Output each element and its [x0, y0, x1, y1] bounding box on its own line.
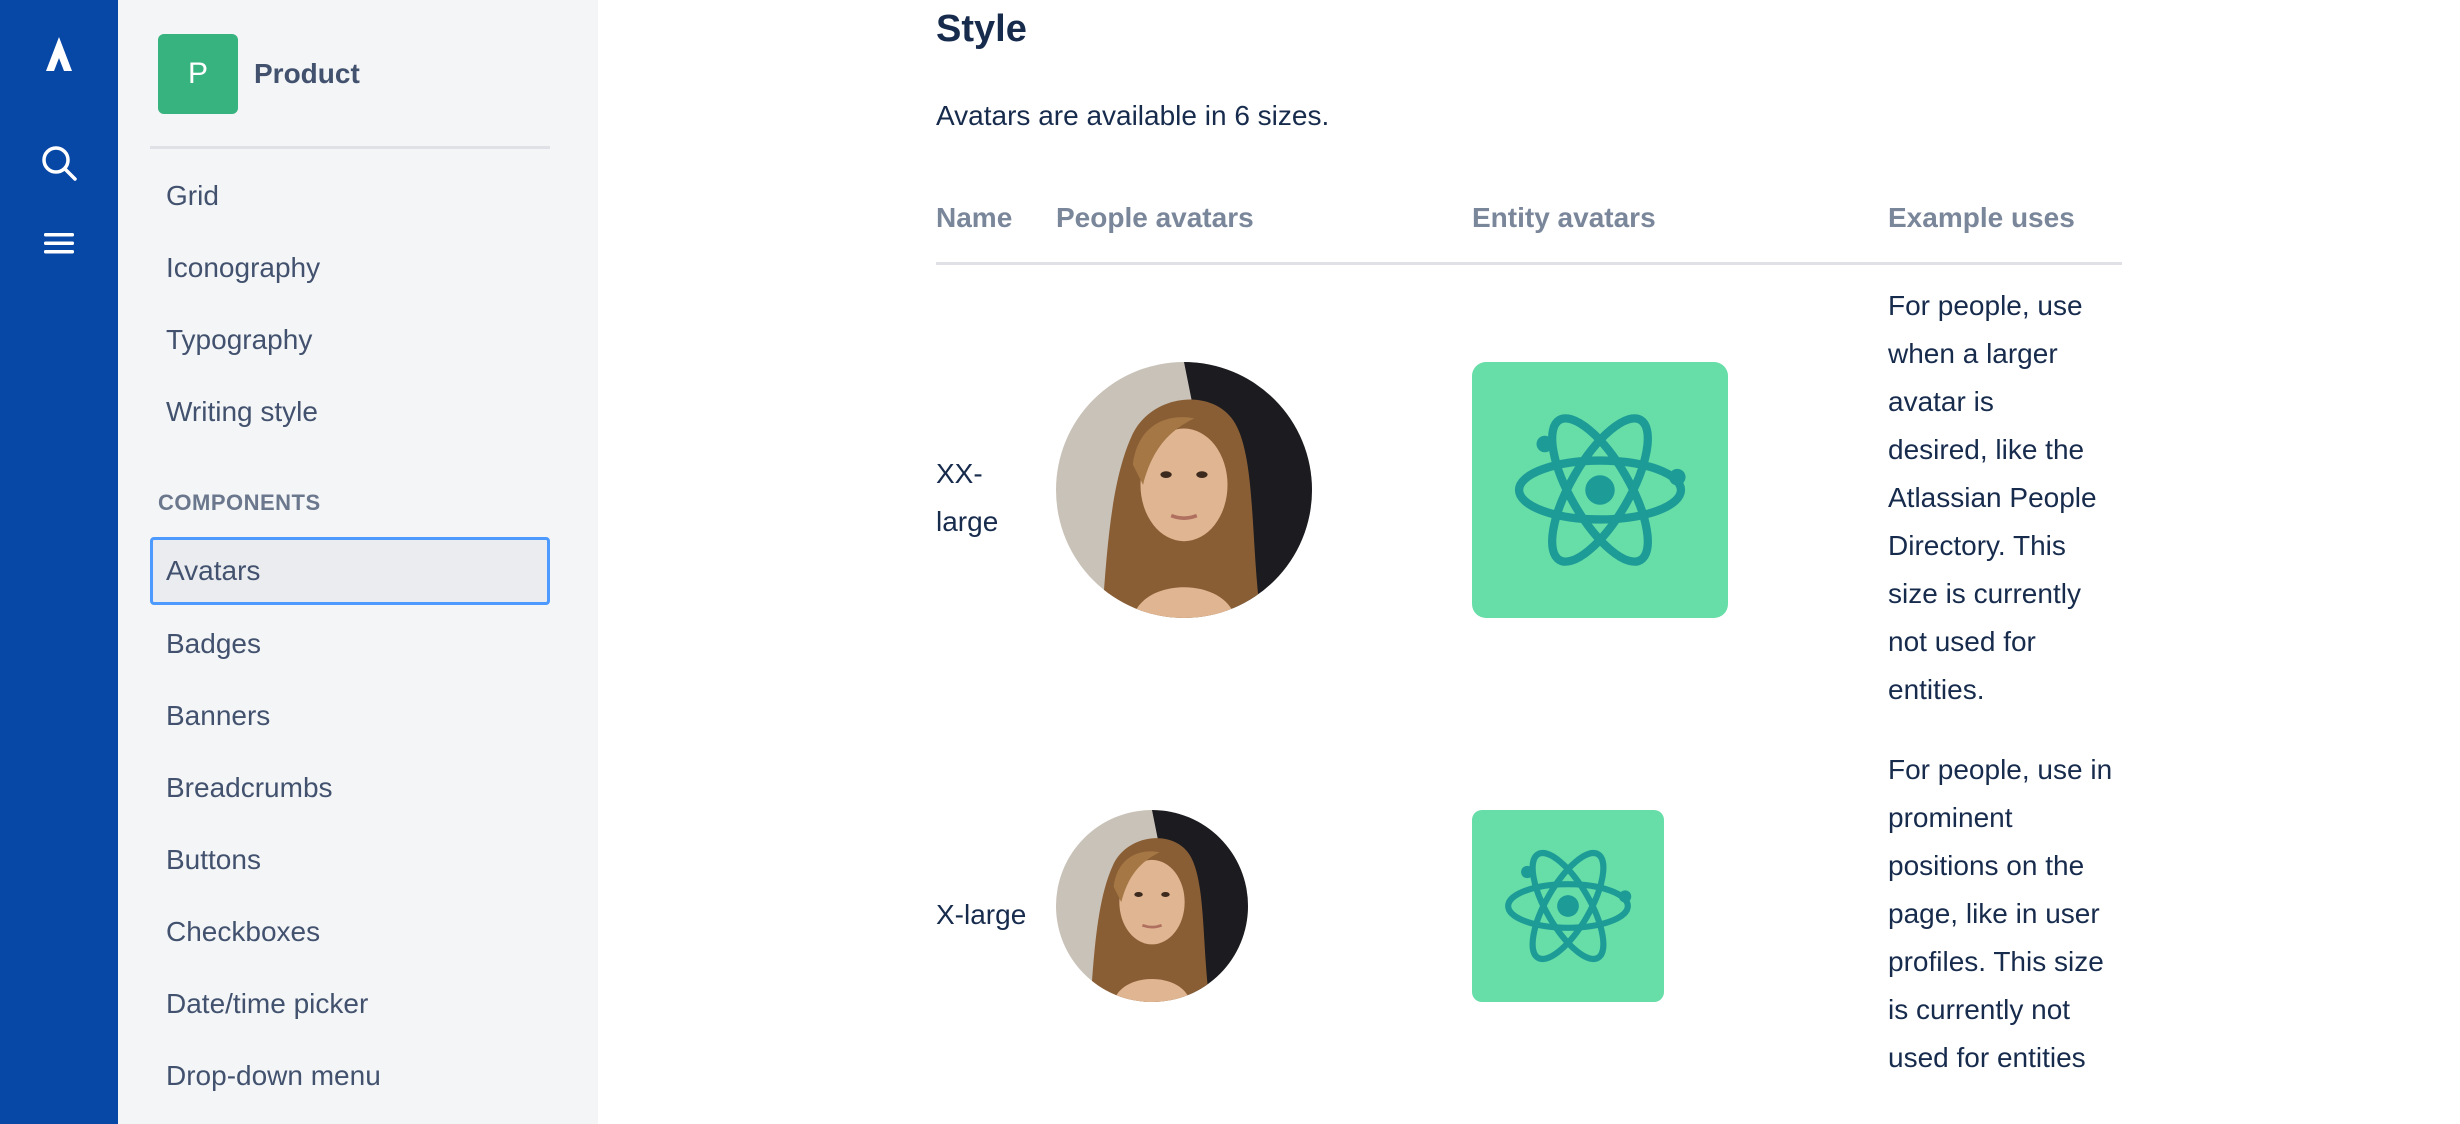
- sidebar-item-breadcrumbs[interactable]: Breadcrumbs: [150, 754, 550, 822]
- search-icon[interactable]: [24, 128, 94, 198]
- uses-line: not used for: [1888, 626, 2036, 657]
- product-sidebar: P Product Grid Iconography Typography Wr…: [118, 0, 598, 1124]
- name-line: XX-: [936, 458, 983, 489]
- uses-line: Atlassian People: [1888, 482, 2097, 513]
- uses-line: desired, like the: [1888, 434, 2085, 465]
- intro-text: Avatars are available in 6 sizes.: [936, 100, 1330, 131]
- product-avatar: P: [158, 34, 238, 114]
- uses-line: avatar is: [1888, 386, 1994, 417]
- table-row-example-uses: For people, use in prominent positions o…: [1888, 746, 2128, 1082]
- atlassian-logo-icon[interactable]: [24, 20, 94, 90]
- uses-line: prominent: [1888, 802, 2013, 833]
- column-header-entity-avatars: Entity avatars: [1472, 202, 1656, 233]
- hamburger-menu-icon[interactable]: [24, 208, 94, 278]
- uses-line: For people, use in: [1888, 754, 2113, 785]
- sidebar-item-writing-style[interactable]: Writing style: [150, 378, 550, 446]
- sidebar-divider: [150, 146, 550, 149]
- table-row-example-uses: For people, use when a larger avatar is …: [1888, 282, 2128, 714]
- uses-line: used for entities: [1888, 1042, 2086, 1073]
- sidebar-item-avatars[interactable]: Avatars: [150, 537, 550, 605]
- name-line: large: [936, 506, 999, 537]
- column-header-name: Name: [936, 202, 1013, 233]
- sidebar-section-heading: COMPONENTS: [158, 490, 321, 515]
- atom-icon: [1505, 849, 1632, 963]
- product-header[interactable]: P Product: [158, 34, 360, 114]
- uses-line: profiles. This size: [1888, 946, 2104, 977]
- sidebar-item-checkboxes[interactable]: Checkboxes: [150, 898, 550, 966]
- uses-line: page, like in user: [1888, 898, 2100, 929]
- sidebar-item-drop-down-menu[interactable]: Drop-down menu: [150, 1042, 550, 1110]
- entity-avatar-xlarge: [1472, 810, 1664, 1002]
- column-header-people-avatars: People avatars: [1056, 202, 1254, 233]
- sidebar-item-buttons[interactable]: Buttons: [150, 826, 550, 894]
- person-avatar-xlarge: [1056, 810, 1248, 1002]
- column-header-example-uses: Example uses: [1888, 202, 2075, 233]
- sidebar-item-typography[interactable]: Typography: [150, 306, 550, 374]
- sidebar-item-grid[interactable]: Grid: [150, 162, 550, 230]
- sidebar-item-badges[interactable]: Badges: [150, 610, 550, 678]
- sidebar-item-iconography[interactable]: Iconography: [150, 234, 550, 302]
- uses-line: entities.: [1888, 674, 1985, 705]
- uses-line: when a larger: [1888, 338, 2058, 369]
- uses-line: Directory. This: [1888, 530, 2066, 561]
- sidebar-item-date-time-picker[interactable]: Date/time picker: [150, 970, 550, 1038]
- uses-line: is currently not: [1888, 994, 2071, 1025]
- uses-line: For people, use: [1888, 290, 2083, 321]
- page-title: Style: [936, 8, 1027, 50]
- table-header-divider: [936, 262, 2122, 265]
- person-avatar-xxlarge: [1056, 362, 1312, 618]
- uses-line: positions on the: [1888, 850, 2085, 881]
- table-row-name: XX- large: [936, 450, 998, 546]
- table-row-name: X-large: [936, 891, 1026, 939]
- product-name: Product: [254, 58, 360, 89]
- atom-icon: [1514, 414, 1686, 566]
- sidebar-item-banners[interactable]: Banners: [150, 682, 550, 750]
- entity-avatar-xxlarge: [1472, 362, 1728, 618]
- uses-line: size is currently: [1888, 578, 2081, 609]
- global-nav-rail: [0, 0, 118, 1124]
- name-line: X-large: [936, 899, 1027, 930]
